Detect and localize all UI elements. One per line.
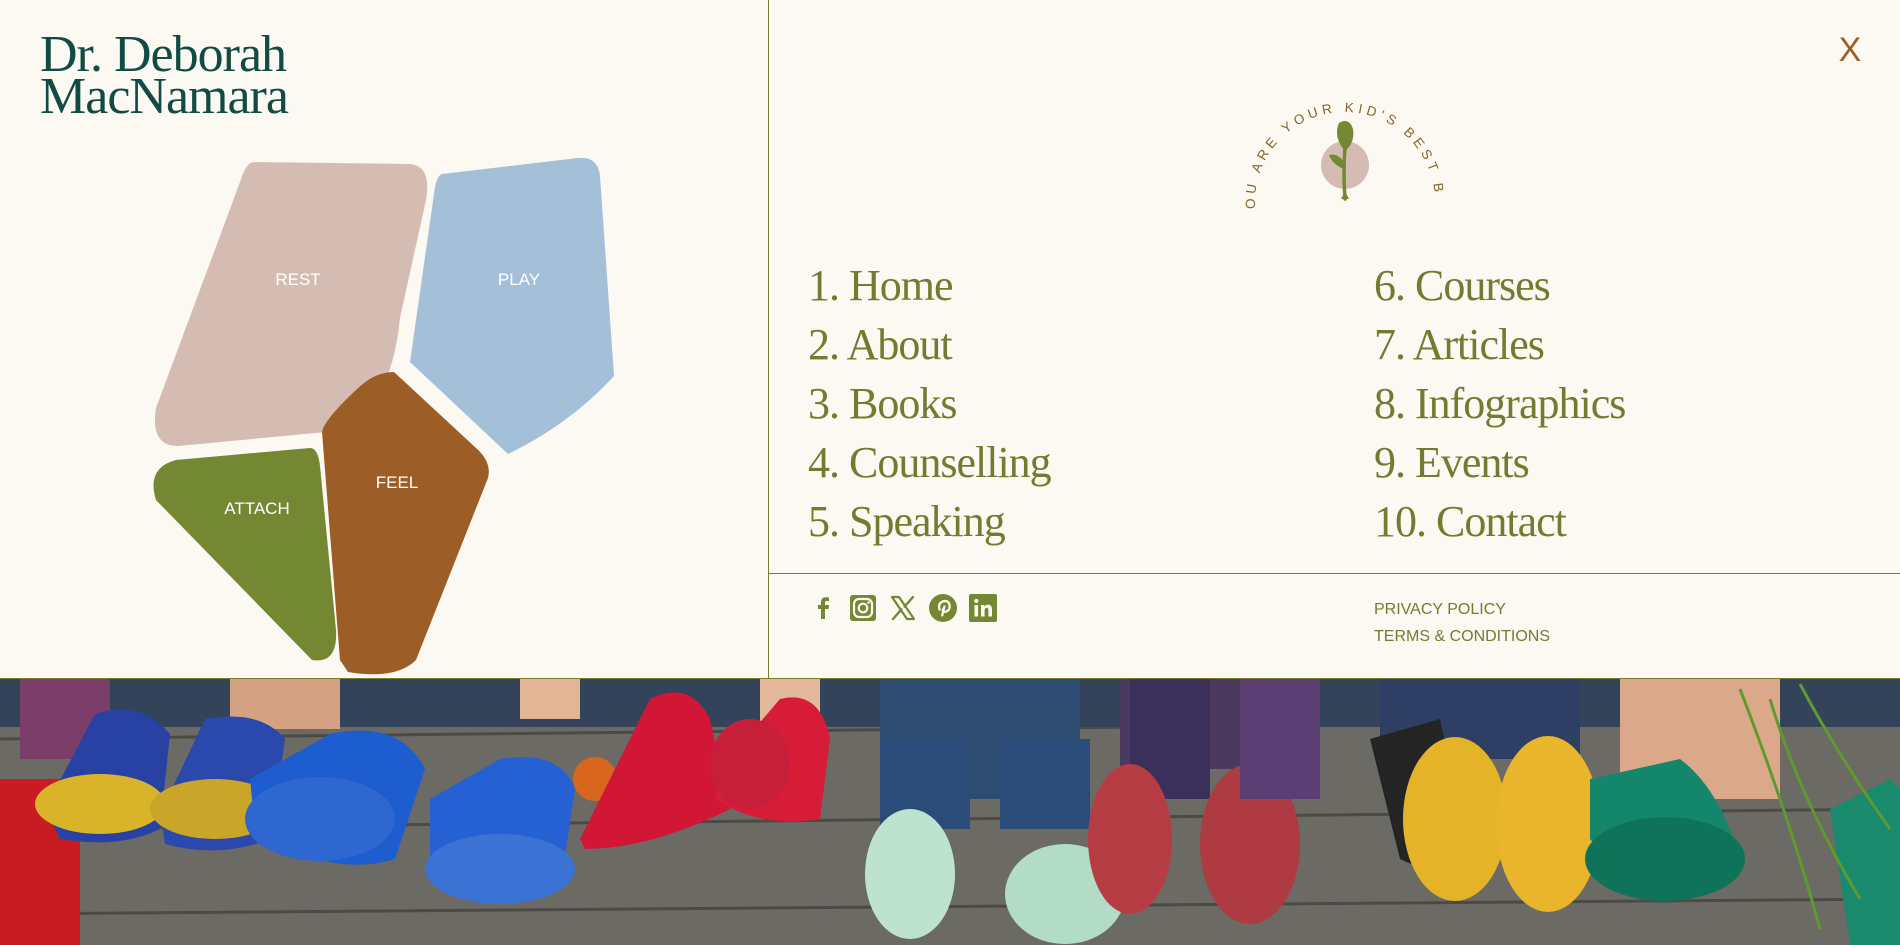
nav-contact[interactable]: 10. Contact [1374, 492, 1567, 551]
nav-courses[interactable]: 6. Courses [1374, 256, 1551, 315]
nav-menu-column-2: 6. Courses 7. Articles 8. Infographics 9… [1374, 256, 1626, 551]
nav-speaking[interactable]: 5. Speaking [808, 492, 1006, 551]
social-links [808, 593, 998, 623]
facebook-icon[interactable] [808, 593, 838, 623]
nav-events[interactable]: 9. Events [1374, 433, 1530, 492]
nav-home[interactable]: 1. Home [808, 256, 954, 315]
kids-rain-boots-photo [0, 678, 1900, 945]
instagram-icon[interactable] [848, 593, 878, 623]
attach-shape[interactable] [153, 448, 337, 661]
feel-label: FEEL [376, 473, 419, 492]
tagline-text: YOU ARE YOUR KID'S BEST BET [1225, 65, 1447, 209]
close-button[interactable]: X [1836, 30, 1864, 70]
panel-divider-vertical [768, 0, 769, 678]
terms-conditions-link[interactable]: TERMS & CONDITIONS [1374, 623, 1550, 650]
nav-infographics[interactable]: 8. Infographics [1374, 374, 1626, 433]
brand-panel: Dr. Deborah MacNamara REST PLAY ATTACH F… [0, 0, 768, 678]
pinterest-icon[interactable] [928, 593, 958, 623]
feel-shape[interactable] [322, 372, 489, 675]
privacy-policy-link[interactable]: PRIVACY POLICY [1374, 596, 1550, 623]
tagline-badge: YOU ARE YOUR KID'S BEST BET [1225, 65, 1447, 209]
nav-menu-column-1: 1. Home 2. About 3. Books 4. Counselling… [808, 256, 1052, 551]
nav-books[interactable]: 3. Books [808, 374, 957, 433]
attach-label: ATTACH [224, 499, 289, 518]
nav-counselling[interactable]: 4. Counselling [808, 433, 1052, 492]
needs-map: REST PLAY ATTACH FEEL [153, 157, 614, 675]
legal-links: PRIVACY POLICY TERMS & CONDITIONS [1374, 596, 1550, 650]
linkedin-icon[interactable] [968, 593, 998, 623]
play-shape[interactable] [410, 157, 614, 454]
rest-label: REST [275, 270, 320, 289]
panel-divider-horizontal [768, 573, 1900, 574]
play-label: PLAY [498, 270, 540, 289]
nav-about[interactable]: 2. About [808, 315, 953, 374]
nav-articles[interactable]: 7. Articles [1374, 315, 1545, 374]
x-twitter-icon[interactable] [888, 593, 918, 623]
